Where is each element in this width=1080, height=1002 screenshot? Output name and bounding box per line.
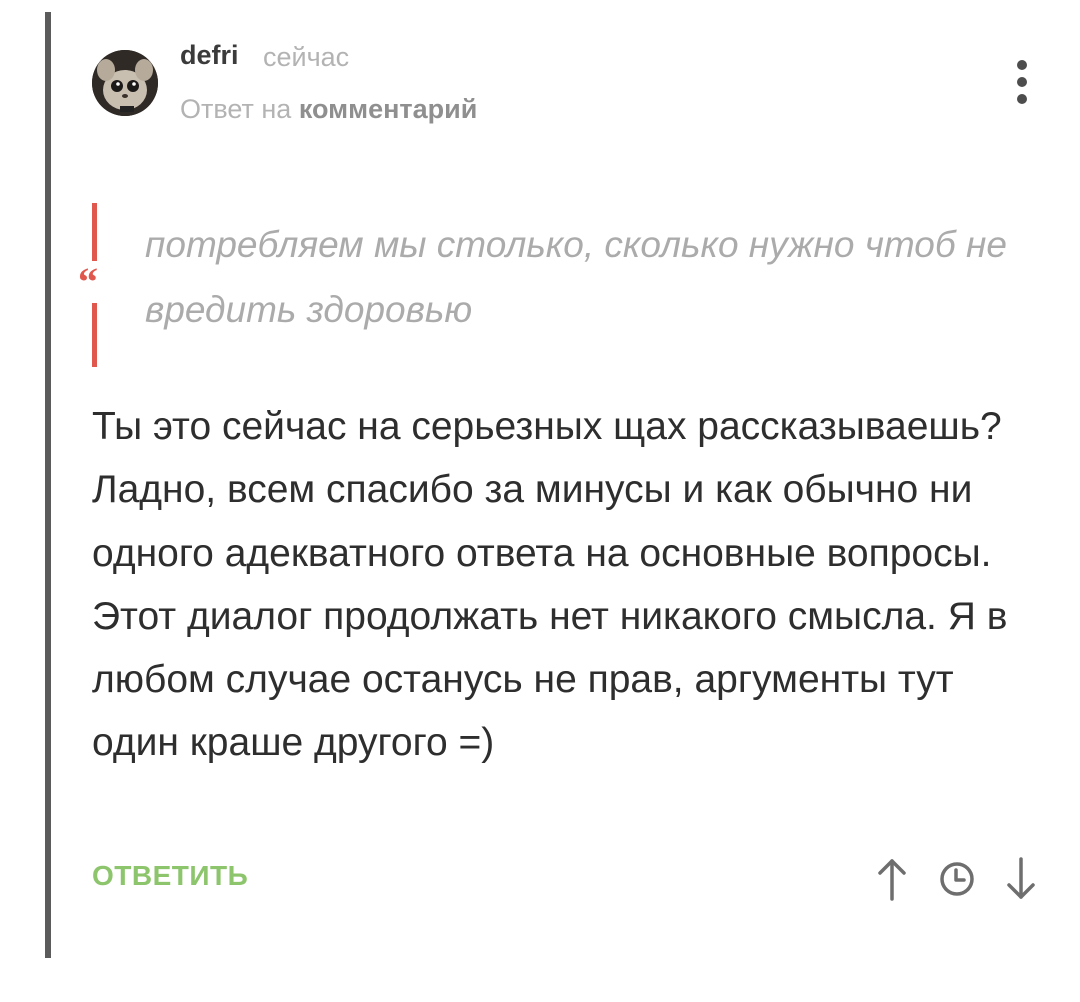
quote-mark-icon: “ [78,259,98,304]
reply-to-line: Ответ на комментарий [180,94,477,125]
comment-author[interactable]: defri [180,40,239,71]
more-options-icon[interactable] [1008,58,1036,106]
reply-to-link[interactable]: комментарий [299,94,478,124]
thread-line [45,12,51,958]
reply-to-prefix: Ответ на [180,94,292,124]
quote-bar [92,303,97,367]
reply-button[interactable]: ОТВЕТИТЬ [92,860,248,892]
quoted-text: потребляем мы столько, сколько нужно что… [145,224,1007,330]
quote-bar [92,203,97,261]
avatar[interactable] [92,50,158,116]
arrow-down-icon[interactable] [1001,855,1041,908]
comment-time: сейчас [263,42,350,72]
clock-icon[interactable] [938,860,976,903]
comment-body: Ты это сейчас на серьезных щах рассказыв… [92,405,1008,765]
arrow-up-icon[interactable] [872,855,912,908]
